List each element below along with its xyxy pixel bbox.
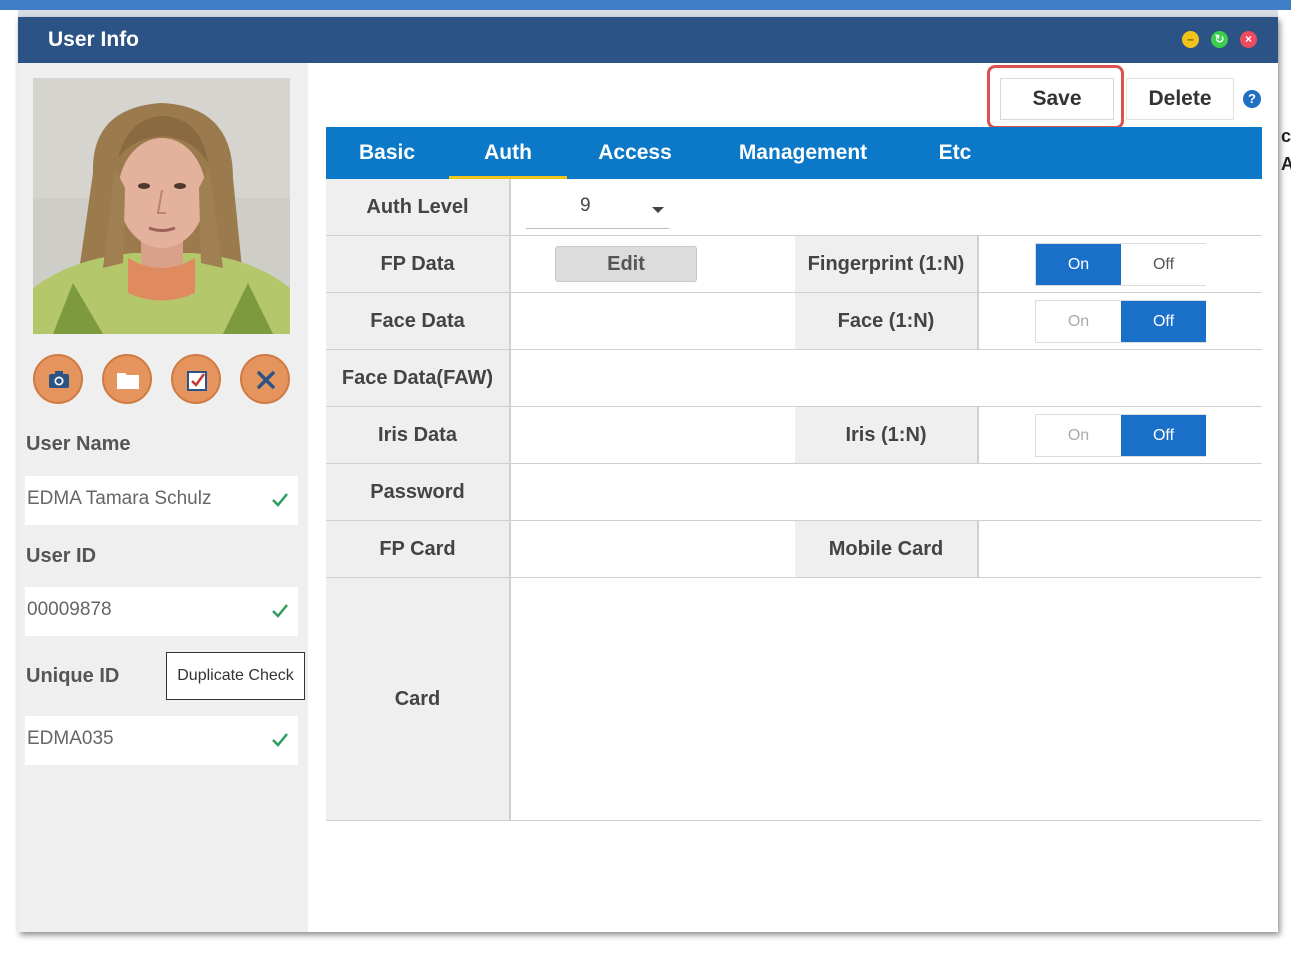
tab-basic[interactable]: Basic [338, 127, 436, 179]
fp-card-label: FP Card [326, 521, 511, 577]
title-bar[interactable]: User Info – ↻ × [18, 17, 1278, 63]
auth-level-value: 9 [580, 195, 591, 216]
folder-icon [117, 373, 139, 389]
face-toggle-off[interactable]: Off [1121, 301, 1206, 342]
window-title: User Info [48, 28, 140, 51]
auth-level-label: Auth Level [326, 179, 511, 235]
user-id-label: User ID [26, 545, 97, 567]
approve-photo-button[interactable] [171, 354, 221, 404]
face-label: Face (1:N) [795, 293, 979, 349]
maximize-icon[interactable]: ↻ [1211, 31, 1228, 48]
background-right-text: cA [1281, 126, 1291, 174]
user-name-label: User Name [26, 433, 131, 455]
fingerprint-toggle-off[interactable]: Off [1121, 244, 1206, 285]
tab-etc[interactable]: Etc [921, 127, 989, 179]
tab-access[interactable]: Access [581, 127, 689, 179]
close-window-icon[interactable]: × [1240, 31, 1257, 48]
card-label: Card [326, 578, 511, 820]
mobile-card-label: Mobile Card [795, 521, 979, 577]
password-label: Password [326, 464, 511, 520]
iris-toggle-off[interactable]: Off [1121, 415, 1206, 456]
background-left-strip [0, 10, 18, 953]
face-toggle[interactable]: On Off [1035, 300, 1206, 343]
auth-grid: Auth Level 9 FP Data Edit Fingerprint (1… [326, 179, 1262, 821]
check-icon [272, 493, 288, 507]
camera-button[interactable] [33, 354, 83, 404]
chevron-down-icon [652, 207, 664, 213]
unique-id-value: EDMA035 [27, 728, 114, 749]
face-faw-row: Face Data(FAW) [326, 350, 1262, 407]
user-photo [33, 78, 290, 334]
unique-id-label: Unique ID [26, 665, 120, 687]
face-toggle-on[interactable]: On [1036, 301, 1121, 342]
user-id-value: 00009878 [27, 599, 112, 620]
save-button-highlight [987, 65, 1124, 129]
tab-management[interactable]: Management [724, 127, 882, 179]
fingerprint-label: Fingerprint (1:N) [795, 236, 979, 292]
duplicate-check-button[interactable]: Duplicate Check [166, 652, 305, 700]
open-file-button[interactable] [102, 354, 152, 404]
fp-data-row: FP Data Edit Fingerprint (1:N) On Off [326, 236, 1262, 293]
auth-level-select[interactable]: 9 [526, 187, 669, 229]
user-name-field[interactable]: EDMA Tamara Schulz [25, 476, 298, 525]
user-name-value: EDMA Tamara Schulz [27, 488, 212, 509]
fp-edit-button[interactable]: Edit [555, 246, 697, 282]
remove-photo-button[interactable] [240, 354, 290, 404]
user-profile-panel: User Name EDMA Tamara Schulz User ID 000… [18, 63, 308, 932]
fingerprint-toggle[interactable]: On Off [1035, 243, 1206, 286]
check-icon [272, 733, 288, 747]
tab-auth[interactable]: Auth [449, 127, 567, 179]
tab-bar: Basic Auth Access Management Etc [326, 127, 1262, 179]
checkbox-icon [187, 371, 207, 391]
check-icon [272, 604, 288, 618]
fp-data-label: FP Data [326, 236, 511, 292]
fp-card-row: FP Card Mobile Card [326, 521, 1262, 578]
password-row: Password [326, 464, 1262, 521]
iris-data-label: Iris Data [326, 407, 511, 463]
background-top-bar [0, 0, 1291, 10]
iris-toggle-on[interactable]: On [1036, 415, 1121, 456]
unique-id-field[interactable]: EDMA035 [25, 716, 298, 765]
face-data-row: Face Data Face (1:N) On Off [326, 293, 1262, 350]
minimize-icon[interactable]: – [1182, 31, 1199, 48]
background-bottom-strip [0, 930, 1291, 953]
delete-button[interactable]: Delete [1126, 78, 1234, 120]
face-faw-label: Face Data(FAW) [326, 350, 511, 406]
iris-toggle[interactable]: On Off [1035, 414, 1206, 457]
help-icon[interactable]: ? [1243, 90, 1261, 108]
user-info-window: User Info – ↻ × User Name EDMA Tamara Sc… [18, 17, 1278, 932]
auth-level-row: Auth Level 9 [326, 179, 1262, 236]
camera-icon [49, 371, 69, 388]
user-id-field[interactable]: 00009878 [25, 587, 298, 636]
iris-data-row: Iris Data Iris (1:N) On Off [326, 407, 1262, 464]
iris-label: Iris (1:N) [795, 407, 979, 463]
card-row: Card [326, 578, 1262, 821]
close-icon [257, 371, 275, 389]
fingerprint-toggle-on[interactable]: On [1036, 244, 1121, 285]
face-data-label: Face Data [326, 293, 511, 349]
